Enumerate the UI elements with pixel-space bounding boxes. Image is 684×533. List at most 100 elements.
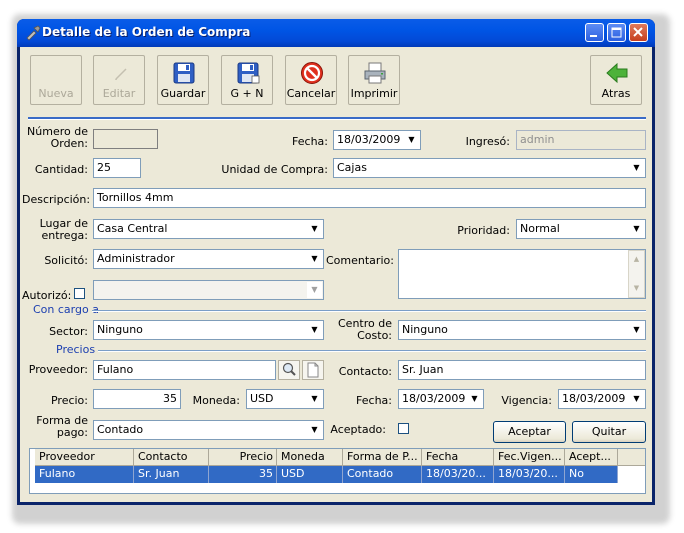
- cantidad-field[interactable]: 25: [93, 158, 141, 178]
- centro-costo-select[interactable]: Ninguno ▼: [398, 320, 646, 340]
- toolbar-separator: [28, 117, 646, 120]
- grid-header-contacto[interactable]: Contacto: [134, 449, 209, 466]
- aceptado-label: Aceptado:: [330, 423, 386, 436]
- chevron-down-icon[interactable]: ▼: [629, 160, 644, 176]
- new-document-icon: [307, 362, 319, 378]
- chevron-down-icon[interactable]: ▼: [629, 322, 644, 338]
- floppy-disk-new-icon: [237, 62, 260, 84]
- cancelar-label: Cancelar: [286, 87, 336, 100]
- quitar-button[interactable]: Quitar: [572, 421, 646, 443]
- grid-cell-vigencia[interactable]: 18/03/20...: [494, 466, 565, 483]
- scroll-down-icon[interactable]: ▼: [630, 281, 643, 296]
- imprimir-label: Imprimir: [350, 87, 398, 100]
- atras-label: Atras: [601, 87, 631, 100]
- grid-cell-moneda[interactable]: USD: [277, 466, 343, 483]
- descripcion-label: Descripción:: [22, 193, 91, 206]
- nuevo-proveedor-button[interactable]: [302, 360, 324, 380]
- cancel-icon: [301, 62, 323, 84]
- chevron-down-icon[interactable]: ▼: [629, 391, 644, 407]
- maximize-button[interactable]: [607, 23, 626, 42]
- precios-section-label: Precios: [56, 343, 96, 356]
- autorizo-checkbox[interactable]: [74, 288, 85, 299]
- autorizo-select[interactable]: ▼: [93, 280, 324, 300]
- grid-cell-precio[interactable]: 35: [209, 466, 277, 483]
- comentario-scrollbar[interactable]: ▲ ▼: [628, 250, 645, 298]
- fecha-precio-picker[interactable]: 18/03/2009 ▼: [398, 389, 484, 409]
- grid-header-proveedor[interactable]: Proveedor: [35, 449, 134, 466]
- prioridad-select[interactable]: Normal ▼: [516, 219, 646, 239]
- lugar-entrega-select[interactable]: Casa Central ▼: [93, 219, 324, 239]
- buscar-proveedor-button[interactable]: [278, 360, 300, 380]
- forma-pago-select[interactable]: Contado ▼: [93, 420, 324, 440]
- moneda-select[interactable]: USD ▼: [246, 389, 324, 409]
- chevron-down-icon[interactable]: ▼: [307, 251, 322, 267]
- chevron-down-icon[interactable]: ▼: [307, 221, 322, 237]
- minimize-button[interactable]: [585, 23, 604, 42]
- grid-header-forma-pago[interactable]: Forma de P...: [343, 449, 422, 466]
- vigencia-picker[interactable]: 18/03/2009 ▼: [558, 389, 646, 409]
- cargo-separator: [92, 310, 646, 312]
- grid-cell-forma-pago[interactable]: Contado: [343, 466, 422, 483]
- comentario-label: Comentario:: [326, 254, 394, 267]
- proveedor-field[interactable]: Fulano: [93, 360, 276, 380]
- chevron-down-icon[interactable]: ▼: [307, 282, 322, 298]
- precios-separator: [98, 350, 646, 352]
- chevron-down-icon[interactable]: ▼: [307, 391, 322, 407]
- contacto-label: Contacto:: [338, 365, 392, 378]
- atras-button[interactable]: Atras: [590, 55, 642, 105]
- descripcion-field[interactable]: Tornillos 4mm: [93, 188, 646, 208]
- chevron-down-icon[interactable]: ▼: [629, 221, 644, 237]
- lugar-entrega-label: Lugar de entrega:: [39, 217, 88, 242]
- unidad-compra-label: Unidad de Compra:: [221, 163, 328, 176]
- aceptado-checkbox[interactable]: [398, 423, 409, 434]
- chevron-down-icon[interactable]: ▼: [467, 391, 482, 407]
- grid-cell-proveedor[interactable]: Fulano: [35, 466, 134, 483]
- sector-select[interactable]: Ninguno ▼: [93, 320, 324, 340]
- aceptar-button[interactable]: Aceptar: [493, 421, 566, 443]
- nueva-label: Nueva: [38, 87, 74, 100]
- vigencia-value: 18/03/2009: [562, 392, 626, 405]
- grid-header-precio[interactable]: Precio: [209, 449, 277, 466]
- contacto-field[interactable]: Sr. Juan: [398, 360, 646, 380]
- precio-field[interactable]: 35: [93, 389, 181, 409]
- lugar-entrega-value: Casa Central: [97, 222, 168, 235]
- unidad-compra-select[interactable]: Cajas ▼: [333, 158, 646, 178]
- fecha-precio-value: 18/03/2009: [402, 392, 466, 405]
- comentario-textarea[interactable]: [398, 249, 646, 299]
- grid-cell-fecha[interactable]: 18/03/20...: [422, 466, 494, 483]
- precio-label: Precio:: [50, 394, 88, 407]
- grid-cell-contacto[interactable]: Sr. Juan: [134, 466, 209, 483]
- title-bar[interactable]: Detalle de la Orden de Compra: [17, 19, 655, 47]
- solicito-value: Administrador: [97, 252, 175, 265]
- chevron-down-icon[interactable]: ▼: [307, 422, 322, 438]
- grid-header-vigencia[interactable]: Fec.Vigen...: [494, 449, 565, 466]
- editar-button[interactable]: Editar: [93, 55, 145, 105]
- guardar-nueva-button[interactable]: G + N: [221, 55, 273, 105]
- pencil-icon: [115, 68, 127, 80]
- guardar-button[interactable]: Guardar: [157, 55, 209, 105]
- nueva-button[interactable]: Nueva: [30, 55, 82, 105]
- close-button[interactable]: [629, 23, 648, 42]
- solicito-select[interactable]: Administrador ▼: [93, 249, 324, 269]
- cancelar-button[interactable]: Cancelar: [285, 55, 337, 105]
- prioridad-value: Normal: [520, 222, 560, 235]
- chevron-down-icon[interactable]: ▼: [404, 132, 419, 148]
- grid-cell-aceptado[interactable]: No: [565, 466, 618, 483]
- window-title: Detalle de la Orden de Compra: [42, 25, 251, 39]
- grid-header-fecha[interactable]: Fecha: [422, 449, 494, 466]
- numero-orden-field[interactable]: [93, 129, 158, 149]
- ingreso-field: admin: [516, 130, 646, 150]
- back-arrow-icon: [606, 62, 628, 84]
- imprimir-button[interactable]: Imprimir: [348, 55, 400, 105]
- grid-header-moneda[interactable]: Moneda: [277, 449, 343, 466]
- precios-grid[interactable]: Proveedor Contacto Precio Moneda Forma d…: [29, 448, 646, 494]
- moneda-label: Moneda:: [192, 394, 240, 407]
- scroll-up-icon[interactable]: ▲: [630, 252, 643, 267]
- grid-header-aceptado[interactable]: Acept...: [565, 449, 618, 466]
- sector-label: Sector:: [49, 325, 88, 338]
- app-icon: [25, 25, 41, 41]
- chevron-down-icon[interactable]: ▼: [307, 322, 322, 338]
- order-detail-window: Detalle de la Orden de Compra Nueva Edit…: [17, 19, 655, 505]
- forma-pago-value: Contado: [97, 423, 144, 436]
- fecha-picker[interactable]: 18/03/2009 ▼: [333, 130, 421, 150]
